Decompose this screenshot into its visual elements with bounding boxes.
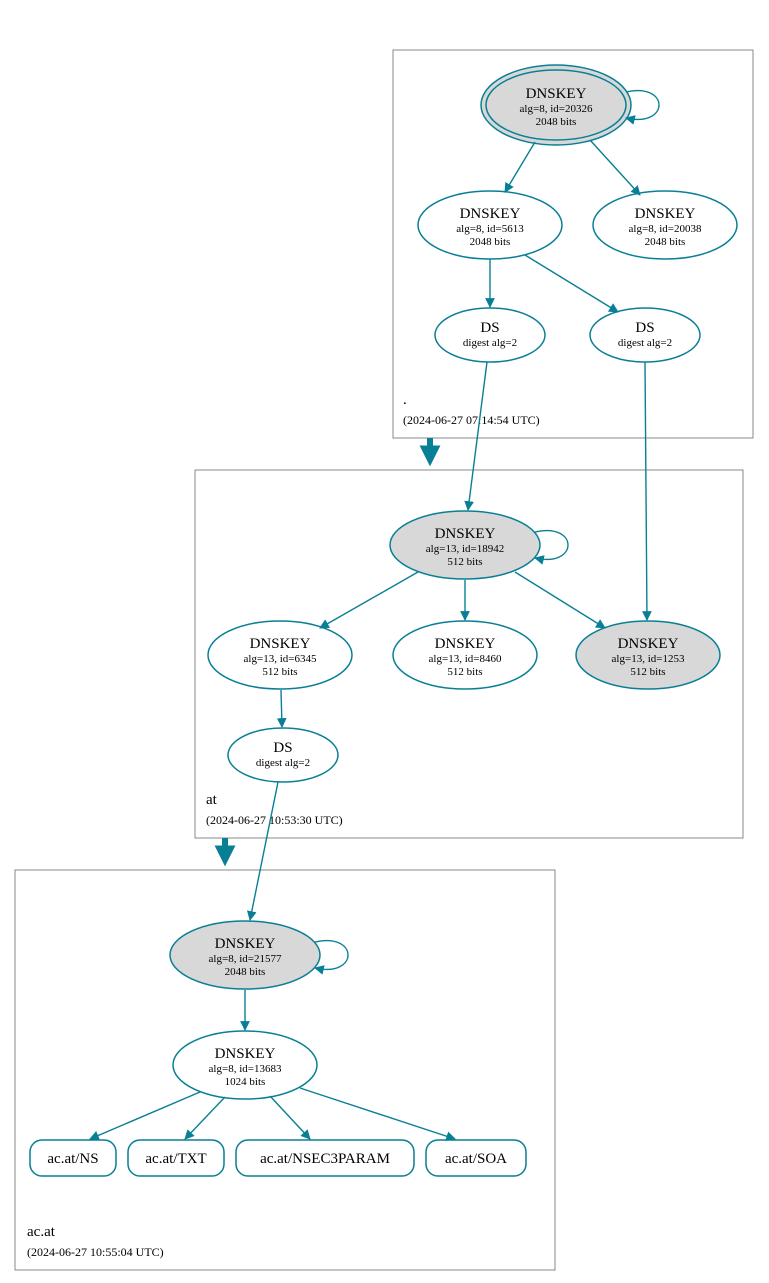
svg-text:digest alg=2: digest alg=2	[256, 757, 310, 769]
zone-acat: ac.at (2024-06-27 10:55:04 UTC) DNSKEY a…	[15, 782, 555, 1270]
record-txt: ac.at/TXT	[128, 1140, 224, 1176]
svg-text:DNSKEY: DNSKEY	[435, 526, 496, 542]
svg-text:2048 bits: 2048 bits	[470, 236, 511, 248]
zone-root-timestamp: (2024-06-27 07:14:54 UTC)	[403, 413, 540, 427]
node-dnskey-at-6345: DNSKEY alg=13, id=6345 512 bits	[208, 621, 352, 689]
dnssec-auth-graph: . (2024-06-27 07:14:54 UTC) DNSKEY alg=8…	[0, 0, 769, 1278]
svg-text:DNSKEY: DNSKEY	[618, 636, 679, 652]
svg-text:DNSKEY: DNSKEY	[435, 636, 496, 652]
node-ds-root-1: DS digest alg=2	[435, 308, 545, 362]
node-dnskey-at-1253: DNSKEY alg=13, id=1253 512 bits	[576, 621, 720, 689]
svg-text:DS: DS	[635, 320, 654, 336]
zone-acat-timestamp: (2024-06-27 10:55:04 UTC)	[27, 1245, 164, 1259]
svg-text:alg=13, id=18942: alg=13, id=18942	[426, 543, 504, 555]
svg-text:ac.at/SOA: ac.at/SOA	[445, 1151, 507, 1167]
edge	[590, 140, 640, 195]
svg-text:DS: DS	[273, 740, 292, 756]
svg-text:DNSKEY: DNSKEY	[635, 206, 696, 222]
zone-acat-name: ac.at	[27, 1224, 56, 1240]
svg-text:512 bits: 512 bits	[447, 666, 482, 678]
edge	[281, 690, 282, 727]
edge	[505, 142, 535, 192]
edge	[300, 1088, 455, 1139]
zone-at-name: at	[206, 792, 218, 808]
svg-text:DNSKEY: DNSKEY	[250, 636, 311, 652]
svg-text:alg=13, id=8460: alg=13, id=8460	[429, 653, 502, 665]
zone-at-timestamp: (2024-06-27 10:53:30 UTC)	[206, 813, 343, 827]
edge	[515, 572, 605, 628]
svg-text:alg=13, id=6345: alg=13, id=6345	[244, 653, 317, 665]
node-dnskey-at-8460: DNSKEY alg=13, id=8460 512 bits	[393, 621, 537, 689]
svg-text:digest alg=2: digest alg=2	[463, 337, 517, 349]
svg-text:alg=8, id=13683: alg=8, id=13683	[209, 1063, 282, 1075]
record-soa: ac.at/SOA	[426, 1140, 526, 1176]
svg-text:2048 bits: 2048 bits	[536, 116, 577, 128]
svg-text:512 bits: 512 bits	[262, 666, 297, 678]
edge	[525, 255, 618, 312]
svg-text:512 bits: 512 bits	[630, 666, 665, 678]
svg-text:1024 bits: 1024 bits	[225, 1076, 266, 1088]
edge	[468, 362, 487, 510]
svg-text:alg=13, id=1253: alg=13, id=1253	[612, 653, 685, 665]
node-ds-at: DS digest alg=2	[228, 728, 338, 782]
node-dnskey-root-5613: DNSKEY alg=8, id=5613 2048 bits	[418, 191, 562, 259]
svg-text:ac.at/NS: ac.at/NS	[47, 1151, 98, 1167]
node-ds-root-2: DS digest alg=2	[590, 308, 700, 362]
edge	[270, 1096, 310, 1139]
zone-root: . (2024-06-27 07:14:54 UTC) DNSKEY alg=8…	[393, 50, 753, 438]
svg-text:2048 bits: 2048 bits	[225, 966, 266, 978]
svg-text:alg=8, id=5613: alg=8, id=5613	[456, 223, 524, 235]
node-dnskey-acat-13683: DNSKEY alg=8, id=13683 1024 bits	[173, 1031, 317, 1099]
svg-text:digest alg=2: digest alg=2	[618, 337, 672, 349]
node-dnskey-root-20326: DNSKEY alg=8, id=20326 2048 bits	[481, 65, 631, 145]
record-nsec3param: ac.at/NSEC3PARAM	[236, 1140, 414, 1176]
zone-root-name: .	[403, 392, 407, 408]
record-ns: ac.at/NS	[30, 1140, 116, 1176]
svg-text:alg=8, id=21577: alg=8, id=21577	[209, 953, 282, 965]
edge	[250, 782, 278, 920]
edge	[645, 362, 647, 620]
edge	[185, 1097, 225, 1139]
svg-text:ac.at/TXT: ac.at/TXT	[145, 1151, 206, 1167]
svg-text:alg=8, id=20326: alg=8, id=20326	[520, 103, 593, 115]
svg-text:alg=8, id=20038: alg=8, id=20038	[629, 223, 702, 235]
svg-text:DNSKEY: DNSKEY	[215, 936, 276, 952]
zone-at: at (2024-06-27 10:53:30 UTC) DNSKEY alg=…	[195, 362, 743, 838]
node-dnskey-root-20038: DNSKEY alg=8, id=20038 2048 bits	[593, 191, 737, 259]
edge	[90, 1092, 200, 1139]
svg-text:512 bits: 512 bits	[447, 556, 482, 568]
svg-text:DS: DS	[480, 320, 499, 336]
node-dnskey-at-18942: DNSKEY alg=13, id=18942 512 bits	[390, 511, 540, 579]
svg-text:DNSKEY: DNSKEY	[526, 86, 587, 102]
svg-text:DNSKEY: DNSKEY	[460, 206, 521, 222]
svg-text:2048 bits: 2048 bits	[645, 236, 686, 248]
node-dnskey-acat-21577: DNSKEY alg=8, id=21577 2048 bits	[170, 921, 320, 989]
edge	[320, 572, 418, 628]
svg-text:DNSKEY: DNSKEY	[215, 1046, 276, 1062]
svg-text:ac.at/NSEC3PARAM: ac.at/NSEC3PARAM	[260, 1151, 390, 1167]
